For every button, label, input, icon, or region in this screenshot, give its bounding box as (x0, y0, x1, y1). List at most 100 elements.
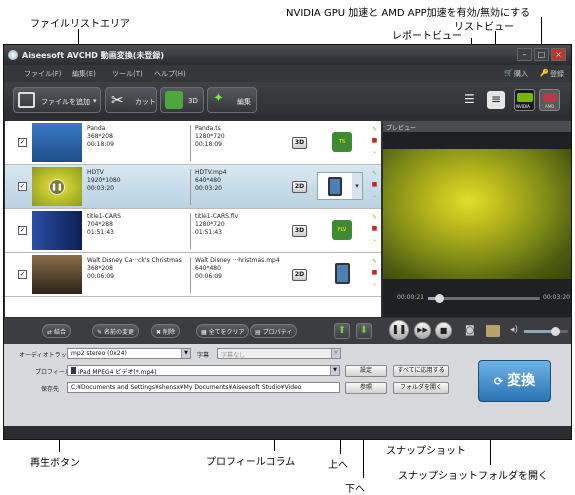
audio-track-select[interactable]: mp2 stereo (0x24) ▼ (67, 348, 191, 359)
profile-3d-icon[interactable]: FLV (332, 220, 352, 240)
mode-badge[interactable]: 2D (292, 181, 307, 193)
file-row[interactable]: ✓ Walt Disney Ca···ck's Christmas 368*20… (5, 253, 381, 297)
mode-badge[interactable]: 3D (292, 225, 307, 237)
source-duration: 00:03:20 (87, 185, 114, 192)
mode-badge[interactable]: 2D (292, 269, 307, 281)
cut-button[interactable]: ✂ カット (105, 87, 157, 113)
edit-icon[interactable]: ✎ (371, 126, 378, 133)
merge-button[interactable]: ⇄ 結合 (42, 324, 71, 338)
expand-icon[interactable]: ⌄ (371, 148, 378, 155)
menu-edit[interactable]: 編集(E) (72, 69, 96, 79)
callout-open-snapshot-folder: スナップショットフォルダを開く (398, 471, 548, 482)
video-thumbnail (32, 211, 82, 250)
edit-icon[interactable]: ✎ (371, 258, 378, 265)
mode-badge[interactable]: 3D (292, 137, 307, 149)
properties-button[interactable]: ▤ プロパティ (250, 324, 298, 338)
ipad-icon[interactable] (335, 263, 350, 284)
expand-icon[interactable]: ⌄ (371, 192, 378, 199)
output-resolution: 640*480 (195, 265, 221, 272)
3d-label: 3D (188, 97, 198, 105)
browse-button[interactable]: 参照 (345, 382, 387, 394)
file-row[interactable]: ✓ ❚❚ HDTV 1920*1080 00:03:20 HDTV.mp4 64… (5, 165, 381, 209)
edit-button[interactable]: ✦ 編集 (207, 87, 257, 113)
snapshot-button[interactable]: ◙ (465, 325, 478, 337)
profile-select[interactable]: iPad MPEG4 ビデオ(*.mp4) ▼ (67, 365, 340, 376)
delete-icon[interactable]: ■ (371, 225, 378, 232)
expand-icon[interactable]: ⌄ (371, 280, 378, 287)
seek-bar[interactable]: 00:00:21 00:03:20 (383, 291, 571, 305)
key-icon[interactable]: 🔑 (540, 69, 549, 77)
add-file-button[interactable]: ファイルを追加 ▾ (13, 87, 101, 113)
expand-icon[interactable]: ⌄ (371, 236, 378, 243)
minimize-button[interactable]: – (517, 48, 532, 61)
move-up-button[interactable]: ⬆ (334, 323, 350, 339)
list-view-button[interactable]: ≡ (487, 91, 505, 109)
delete-button[interactable]: ✖ 削除 (151, 324, 180, 338)
stop-button[interactable]: ■ (435, 322, 452, 339)
purchase-link[interactable]: 購入 (514, 69, 528, 79)
subtitle-select[interactable]: 字幕なし ▼ (217, 348, 341, 359)
menu-tools[interactable]: ツール(T) (112, 69, 143, 79)
delete-icon: ✖ (156, 329, 163, 336)
edit-icon[interactable]: ✎ (371, 170, 378, 177)
cart-icon[interactable]: 🛒 (504, 69, 513, 77)
pause-button[interactable]: ❚❚ (389, 320, 409, 340)
open-folder-button[interactable]: フォルダを開く (393, 382, 449, 394)
volume-icon[interactable]: ◂) (510, 325, 518, 335)
delete-icon[interactable]: ■ (371, 269, 378, 276)
amd-toggle[interactable]: AMD (539, 89, 560, 111)
source-name: Walt Disney Ca···ck's Christmas (87, 257, 182, 264)
open-snapshot-folder-button[interactable] (486, 325, 500, 337)
move-down-button[interactable]: ⬇ (356, 323, 372, 339)
settings-button[interactable]: 設定 (345, 365, 387, 377)
source-duration: 01:51:43 (87, 229, 114, 236)
close-button[interactable]: × (551, 48, 566, 61)
next-frame-button[interactable]: ▶▶ (414, 322, 431, 339)
seek-track[interactable] (428, 294, 540, 303)
output-duration: 01:51:43 (195, 229, 222, 236)
row-checkbox[interactable]: ✓ (18, 270, 27, 279)
profile-3d-icon[interactable]: TS (332, 132, 352, 152)
amd-label: AMD (545, 104, 555, 109)
maximize-button[interactable]: □ (534, 48, 549, 61)
report-view-button[interactable]: ☰ (464, 92, 480, 108)
register-link[interactable]: 登録 (550, 69, 564, 79)
stop-icon: ■ (439, 326, 448, 335)
source-resolution: 704*288 (87, 221, 113, 228)
rename-button[interactable]: ✎ 名前の変更 (92, 324, 139, 338)
chevron-down-icon[interactable]: ▾ (352, 173, 362, 199)
play-button[interactable]: ❚❚ (49, 179, 65, 195)
menu-file[interactable]: ファイル(F) (24, 69, 62, 79)
row-checkbox[interactable]: ✓ (18, 182, 27, 191)
cut-label: カット (135, 98, 156, 106)
row-checkbox[interactable]: ✓ (18, 226, 27, 235)
delete-icon[interactable]: ■ (371, 137, 378, 144)
chevron-down-icon: ▼ (181, 349, 190, 358)
volume-handle[interactable] (550, 327, 560, 336)
file-row[interactable]: ✓ Panda 368*208 00:18:09 Panda.ts 1280*7… (5, 121, 381, 165)
volume-slider[interactable] (524, 327, 568, 336)
nvidia-toggle[interactable]: NVIDIA (514, 89, 535, 111)
current-time: 00:00:21 (397, 294, 424, 301)
menu-help[interactable]: ヘルプ(H) (154, 69, 186, 79)
delete-icon[interactable]: ■ (371, 181, 378, 188)
source-resolution: 368*208 (87, 133, 113, 140)
callout-play-button: 再生ボタン (30, 458, 80, 469)
seek-handle[interactable] (435, 294, 445, 303)
row-checkbox[interactable]: ✓ (18, 138, 27, 147)
output-name: Panda.ts (195, 125, 221, 132)
edit-icon[interactable]: ✎ (371, 214, 378, 221)
file-row[interactable]: ✓ title1-CARS 704*288 01:51:43 title1-CA… (5, 209, 381, 253)
output-resolution: 1280*720 (195, 133, 225, 140)
output-resolution: 1280*720 (195, 221, 225, 228)
convert-button[interactable]: ⟳ 変換 (478, 360, 551, 402)
action-bar: ⇄ 結合 ✎ 名前の変更 ✖ 削除 ▦ 全てをクリア ▤ プロパティ ⬆ ⬇ ❚… (4, 318, 571, 344)
3d-button[interactable]: 3D (160, 87, 204, 113)
chevron-down-icon[interactable]: ▾ (93, 97, 97, 105)
destination-field[interactable]: C:¥Documents and Settings¥shensx¥My Docu… (67, 382, 340, 393)
apply-all-button[interactable]: すべてに応用する (393, 365, 449, 377)
clear-all-button[interactable]: ▦ 全てをクリア (196, 324, 250, 338)
output-duration: 00:03:20 (195, 185, 222, 192)
profile-selector[interactable]: ▾ (317, 172, 363, 200)
video-thumbnail (32, 123, 82, 162)
